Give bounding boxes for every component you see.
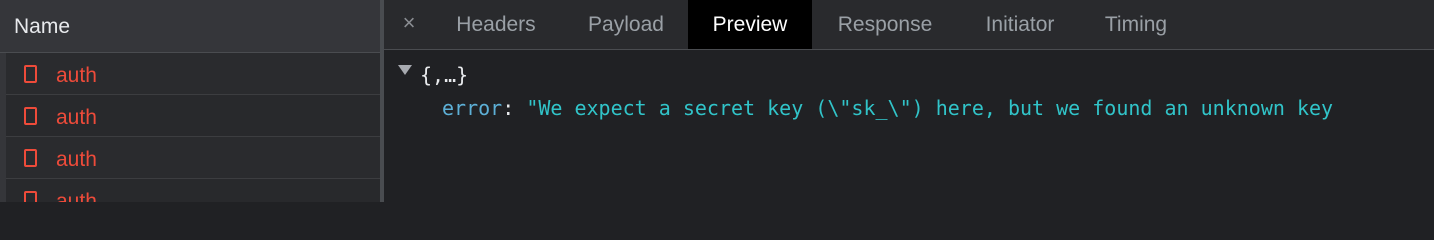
request-row[interactable]: auth	[6, 179, 380, 202]
request-row[interactable]: auth	[6, 137, 380, 179]
json-property-error[interactable]: error: "We expect a secret key (\"sk_\")…	[442, 95, 1333, 121]
document-icon	[24, 191, 37, 202]
tab-timing[interactable]: Timing	[1086, 0, 1186, 49]
expand-triangle-icon[interactable]	[398, 65, 412, 75]
details-tab-bar: × Headers Payload Preview Response Initi…	[384, 0, 1434, 50]
json-preview: {,…} error: "We expect a secret key (\"s…	[384, 50, 1434, 202]
request-name: auth	[56, 106, 97, 129]
tab-headers[interactable]: Headers	[436, 0, 556, 49]
tab-initiator[interactable]: Initiator	[962, 0, 1078, 49]
tab-payload[interactable]: Payload	[566, 0, 686, 49]
request-name: auth	[56, 190, 97, 202]
document-icon	[24, 107, 37, 125]
name-column-header[interactable]: Name	[0, 0, 380, 53]
json-root-summary[interactable]: {,…}	[420, 62, 468, 88]
request-row[interactable]: auth	[6, 95, 380, 137]
json-string-value: "We expect a secret key (\"sk_\") here, …	[526, 96, 1334, 120]
request-name: auth	[56, 148, 97, 171]
document-icon	[24, 65, 37, 83]
json-separator: :	[502, 96, 527, 120]
json-key: error	[442, 96, 503, 120]
close-icon[interactable]: ×	[398, 10, 420, 36]
name-column-label: Name	[14, 15, 71, 38]
devtools-network-panel: Name auth auth auth auth × Headers Paylo…	[0, 0, 1434, 202]
request-name: auth	[56, 64, 97, 87]
request-details-pane: × Headers Payload Preview Response Initi…	[384, 0, 1434, 202]
tab-preview[interactable]: Preview	[688, 0, 812, 49]
request-list-pane: Name auth auth auth auth	[0, 0, 380, 202]
document-icon	[24, 149, 37, 167]
request-row[interactable]: auth	[6, 53, 380, 95]
tab-response[interactable]: Response	[818, 0, 952, 49]
